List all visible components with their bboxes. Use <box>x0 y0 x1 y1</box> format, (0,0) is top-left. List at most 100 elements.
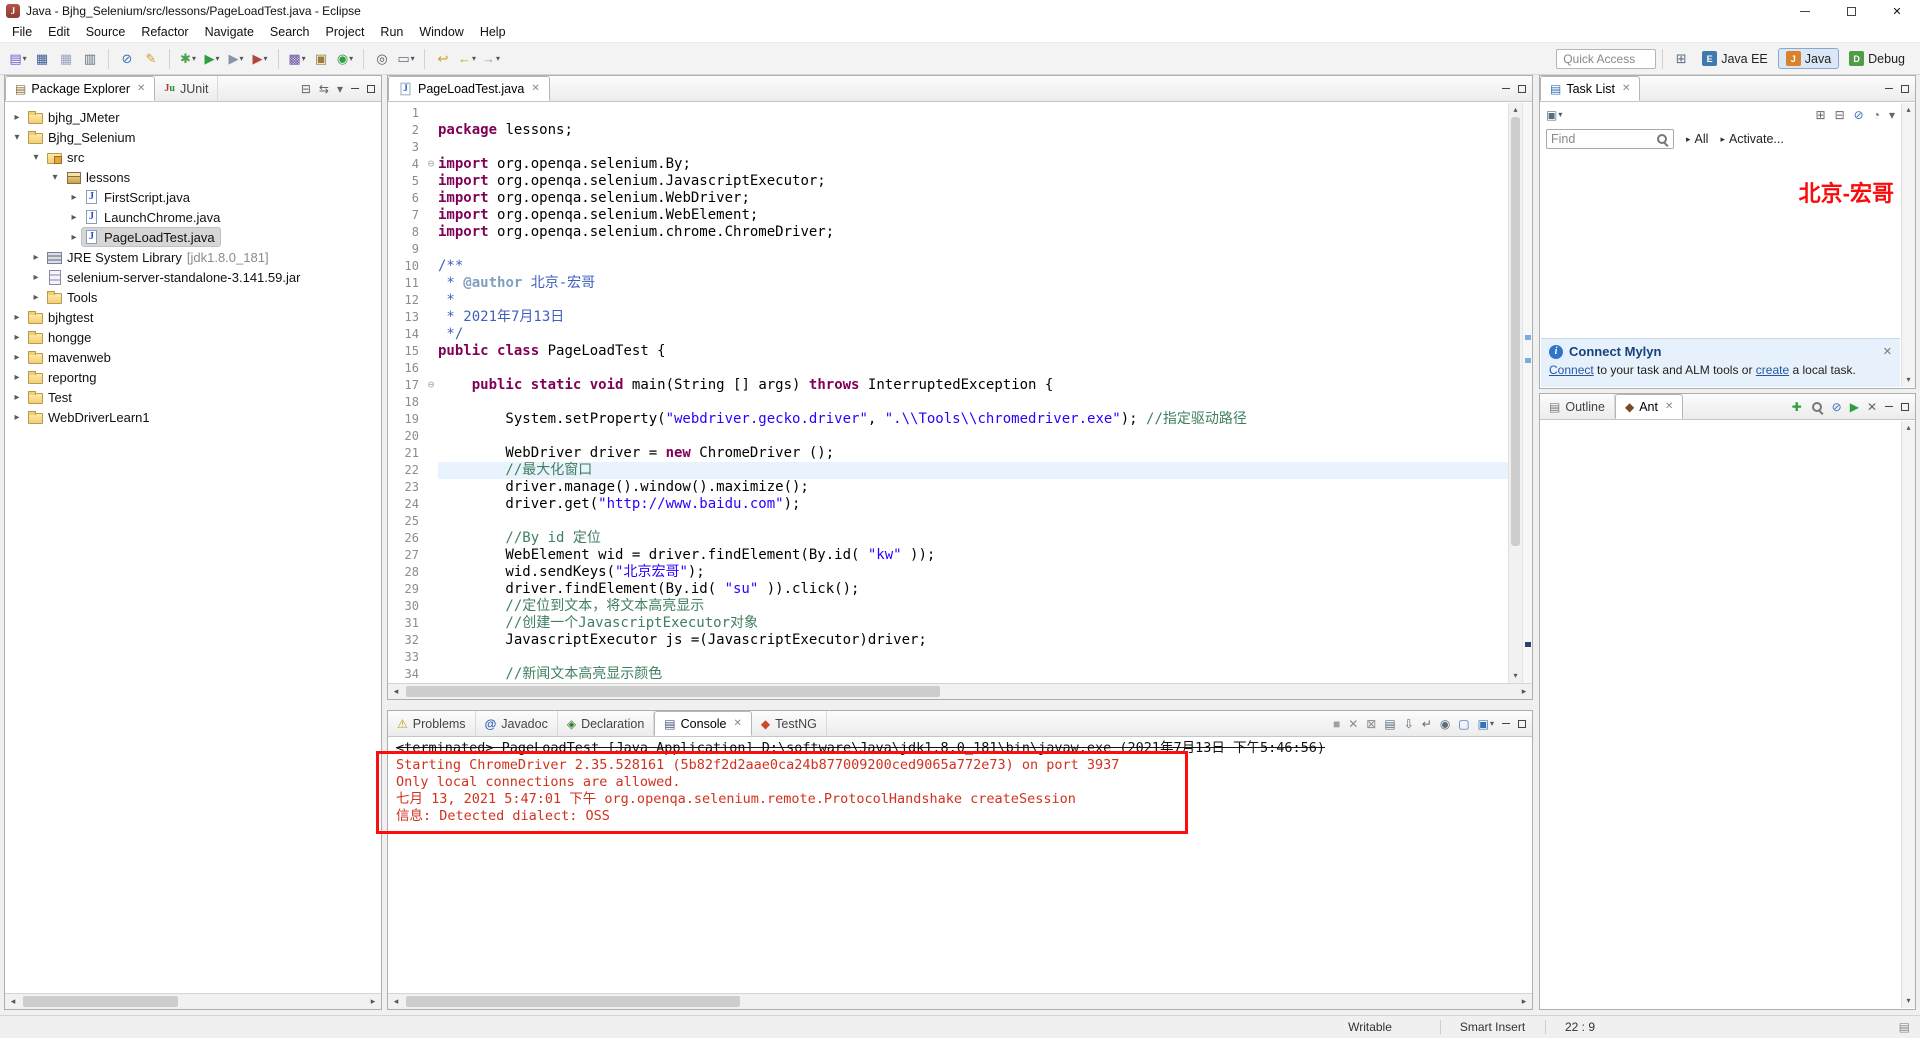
editor-hscrollbar[interactable]: ◂ ▸ <box>388 683 1532 699</box>
scrollbar-track[interactable] <box>404 684 1516 699</box>
tab-declaration[interactable]: ◈ Declaration <box>558 711 654 736</box>
code-line-32[interactable]: 32 JavascriptExecutor js =(JavascriptExe… <box>388 632 1508 649</box>
collapse-arrow-icon[interactable]: ▸ <box>9 372 25 383</box>
collapse-arrow-icon[interactable]: ▸ <box>9 112 25 123</box>
minimize-window-button[interactable] <box>1782 0 1828 22</box>
display-selected-console-icon[interactable]: ▢ <box>1458 717 1469 731</box>
new-wizard-icon[interactable]: ▤▾ <box>7 47 29 71</box>
close-icon[interactable]: ✕ <box>137 83 145 94</box>
tab-javadoc[interactable]: @ Javadoc <box>476 711 558 736</box>
code-line-31[interactable]: 31 //创建一个JavascriptExecutor对象 <box>388 615 1508 632</box>
word-wrap-icon[interactable]: ↵ <box>1422 717 1432 731</box>
scrollbar-thumb[interactable] <box>406 686 940 697</box>
code-line-24[interactable]: 24 driver.get("http://www.baidu.com"); <box>388 496 1508 513</box>
code-line-23[interactable]: 23 driver.manage().window().maximize(); <box>388 479 1508 496</box>
new-task-icon[interactable]: ▣▾ <box>1546 108 1562 122</box>
menu-refactor[interactable]: Refactor <box>133 23 196 41</box>
code-line-5[interactable]: 5import org.openqa.selenium.JavascriptEx… <box>388 173 1508 190</box>
expand-arrow-icon[interactable]: ▾ <box>28 152 44 163</box>
back-icon[interactable]: ←▾ <box>456 47 478 71</box>
code-line-29[interactable]: 29 driver.findElement(By.id( "su" )).cli… <box>388 581 1508 598</box>
package-explorer-tree[interactable]: ▸bjhg_JMeter▾Bjhg_Selenium▾src▾lessons▸J… <box>5 103 381 992</box>
terminate-icon[interactable]: ■ <box>1333 717 1340 731</box>
close-icon[interactable]: ✕ <box>531 83 539 94</box>
minimize-view-icon[interactable] <box>1885 406 1893 407</box>
minimize-view-icon[interactable] <box>1885 88 1893 89</box>
scroll-up-icon[interactable]: ▴ <box>1902 103 1915 117</box>
mark-occurrences-icon[interactable]: ✎ <box>140 47 162 71</box>
minimize-view-icon[interactable] <box>1502 723 1510 724</box>
scroll-down-icon[interactable]: ▾ <box>1902 994 1915 1008</box>
scrollbar-track[interactable] <box>21 994 365 1009</box>
close-icon[interactable]: ✕ <box>1665 401 1673 412</box>
scroll-right-icon[interactable]: ▸ <box>1516 686 1532 697</box>
code-line-11[interactable]: 11 * @author 北京-宏哥 <box>388 275 1508 292</box>
view-menu-icon[interactable]: ▾ <box>337 82 343 96</box>
expand-arrow-icon[interactable]: ▾ <box>9 132 25 143</box>
focus-on-workweek-icon[interactable]: ◔ <box>1873 108 1880 122</box>
maximize-window-button[interactable] <box>1828 0 1874 22</box>
scroll-down-icon[interactable]: ▾ <box>1902 373 1915 387</box>
print-icon[interactable]: ▥ <box>79 47 101 71</box>
tree-item-src[interactable]: ▾src <box>5 147 381 167</box>
tree-item-launchchrome-java[interactable]: ▸JLaunchChrome.java <box>5 207 381 227</box>
tab-console[interactable]: ▤ Console ✕ <box>654 711 752 736</box>
scrollbar-track[interactable] <box>404 994 1516 1009</box>
code-line-25[interactable]: 25 <box>388 513 1508 530</box>
collapse-arrow-icon[interactable]: ▸ <box>9 332 25 343</box>
outline-vscrollbar[interactable]: ▴ ▾ <box>1901 421 1915 1008</box>
code-line-4[interactable]: 4⊖import org.openqa.selenium.By; <box>388 156 1508 173</box>
collapse-arrow-icon[interactable]: ▸ <box>28 252 44 263</box>
tree-item-lessons[interactable]: ▾lessons <box>5 167 381 187</box>
collapse-arrow-icon[interactable]: ▸ <box>9 352 25 363</box>
collapse-all-icon[interactable]: ⊟ <box>301 82 311 96</box>
tab-ant[interactable]: ◆ Ant ✕ <box>1615 394 1683 419</box>
remove-all-terminated-icon[interactable]: ⊠ <box>1366 717 1376 731</box>
tree-item-reportng[interactable]: ▸reportng <box>5 367 381 387</box>
close-window-button[interactable]: ✕ <box>1874 0 1920 22</box>
editor-text-area[interactable]: 12package lessons;34⊖import org.openqa.s… <box>388 103 1508 683</box>
new-package-icon[interactable]: ▣ <box>310 47 332 71</box>
fold-marker-icon[interactable]: ⊖ <box>424 156 438 173</box>
search-icon[interactable]: ◎ <box>371 47 393 71</box>
code-line-2[interactable]: 2package lessons; <box>388 122 1508 139</box>
minimize-view-icon[interactable] <box>351 88 359 89</box>
menu-search[interactable]: Search <box>262 23 318 41</box>
tree-item-bjhgtest[interactable]: ▸bjhgtest <box>5 307 381 327</box>
task-list-menu-icon[interactable]: ▾ <box>1889 108 1895 122</box>
collapse-arrow-icon[interactable]: ▸ <box>9 312 25 323</box>
scroll-up-icon[interactable]: ▴ <box>1902 421 1915 435</box>
perspective-java-ee[interactable]: EJava EE <box>1694 48 1776 69</box>
tree-item-bjhg-selenium[interactable]: ▾Bjhg_Selenium <box>5 127 381 147</box>
coverage-icon[interactable]: ▶▾ <box>249 47 271 71</box>
scope-all[interactable]: ▸All <box>1686 132 1708 146</box>
find-input[interactable]: Find <box>1546 129 1674 149</box>
tree-item-webdriverlearn1[interactable]: ▸WebDriverLearn1 <box>5 407 381 427</box>
scroll-left-icon[interactable]: ◂ <box>388 996 404 1007</box>
tab-junit[interactable]: Ju JUnit <box>155 76 218 101</box>
code-line-21[interactable]: 21 WebDriver driver = new ChromeDriver (… <box>388 445 1508 462</box>
perspective-java[interactable]: JJava <box>1778 48 1839 69</box>
close-icon[interactable]: ✕ <box>1883 345 1892 358</box>
tree-item-mavenweb[interactable]: ▸mavenweb <box>5 347 381 367</box>
menu-help[interactable]: Help <box>472 23 514 41</box>
code-line-20[interactable]: 20 <box>388 428 1508 445</box>
code-line-19[interactable]: 19 System.setProperty("webdriver.gecko.d… <box>388 411 1508 428</box>
run-default-target-icon[interactable]: ▶ <box>1850 400 1859 414</box>
collapse-arrow-icon[interactable]: ▸ <box>66 232 82 243</box>
tab-pageloadtest-java[interactable]: J PageLoadTest.java ✕ <box>388 76 550 101</box>
maximize-view-icon[interactable] <box>1901 403 1909 411</box>
scroll-lock-icon[interactable]: ⇩ <box>1404 717 1414 731</box>
save-all-icon[interactable]: ▦ <box>55 47 77 71</box>
collapse-arrow-icon[interactable]: ▸ <box>28 292 44 303</box>
scroll-left-icon[interactable]: ◂ <box>5 996 21 1007</box>
clear-console-icon[interactable]: ▤ <box>1384 717 1395 731</box>
maximize-view-icon[interactable] <box>367 85 375 93</box>
code-line-3[interactable]: 3 <box>388 139 1508 156</box>
editor-vscrollbar[interactable]: ▴ ▾ <box>1508 103 1522 683</box>
quick-access-box[interactable]: Quick Access <box>1556 49 1656 69</box>
menu-navigate[interactable]: Navigate <box>197 23 262 41</box>
code-line-9[interactable]: 9 <box>388 241 1508 258</box>
pin-console-icon[interactable]: ◉ <box>1440 717 1450 731</box>
scroll-left-icon[interactable]: ◂ <box>388 686 404 697</box>
